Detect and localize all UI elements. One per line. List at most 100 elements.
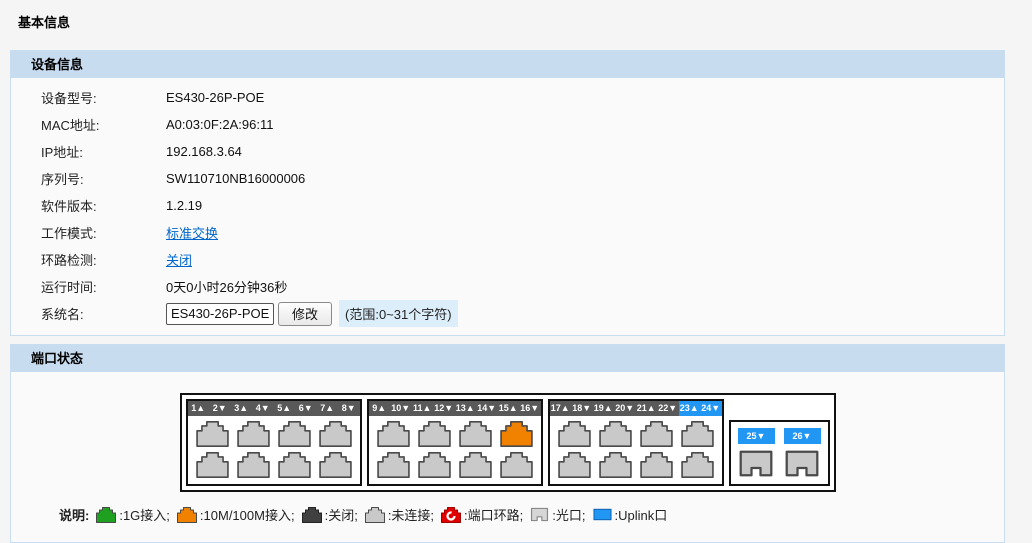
- port-26-icon[interactable]: [784, 449, 820, 478]
- port-label-23: 23▲: [679, 401, 701, 416]
- port-label-1: 1▲: [188, 401, 210, 416]
- legend-item: :光口;: [530, 505, 585, 524]
- row-work-mode: 工作模式: 标准交换: [11, 219, 1004, 246]
- port-8-icon[interactable]: [319, 452, 352, 478]
- device-model-label: 设备型号:: [11, 88, 166, 107]
- port-label-14: 14▼: [476, 401, 498, 416]
- port-group-1-labels: 1▲2▼3▲4▼5▲6▼7▲8▼: [188, 401, 360, 416]
- port-9-icon[interactable]: [377, 421, 410, 447]
- port-14-icon[interactable]: [459, 452, 492, 478]
- rj45-green-icon: [96, 507, 116, 523]
- port-15-icon[interactable]: [500, 421, 533, 447]
- row-serial-number: 序列号: SW110710NB16000006: [11, 165, 1004, 192]
- work-mode-label: 工作模式:: [11, 223, 166, 242]
- legend-item-label: :光口;: [552, 505, 585, 524]
- port-22-icon[interactable]: [640, 452, 673, 478]
- device-info-body: 设备型号: ES430-26P-POE MAC地址: A0:03:0F:2A:9…: [11, 78, 1004, 335]
- port-label-24: 24▼: [700, 401, 722, 416]
- serial-number-label: 序列号:: [11, 169, 166, 188]
- ip-address-value: 192.168.3.64: [166, 144, 242, 159]
- legend-item: :端口环路;: [441, 505, 523, 524]
- port-label-12: 12▼: [433, 401, 455, 416]
- legend-item: :关闭;: [302, 505, 358, 524]
- port-10-icon[interactable]: [377, 452, 410, 478]
- port-group-2-labels: 9▲10▼11▲12▼13▲14▼15▲16▼: [369, 401, 541, 416]
- loop-red-icon: [441, 507, 461, 523]
- legend-item-label: :未连接;: [388, 505, 434, 524]
- legend-item: :10M/100M接入;: [177, 505, 295, 524]
- port-label-25: 25▼: [738, 428, 775, 444]
- port-11-icon[interactable]: [418, 421, 451, 447]
- fiber-port-26: 26▼: [784, 428, 821, 478]
- port-3-icon[interactable]: [237, 421, 270, 447]
- port-label-22: 22▼: [657, 401, 679, 416]
- port-diagram: 1▲2▼3▲4▼5▲6▼7▲8▼9▲10▼11▲12▼13▲14▼15▲16▼1…: [11, 393, 1004, 492]
- port-24-icon[interactable]: [681, 452, 714, 478]
- legend-item: :未连接;: [365, 505, 434, 524]
- port-20-icon[interactable]: [599, 452, 632, 478]
- port-label-13: 13▲: [455, 401, 477, 416]
- row-mac-address: MAC地址: A0:03:0F:2A:96:11: [11, 111, 1004, 138]
- port-4-icon[interactable]: [237, 452, 270, 478]
- port-21-icon[interactable]: [640, 421, 673, 447]
- port-17-icon[interactable]: [558, 421, 591, 447]
- sfp-gray-icon: [530, 507, 549, 522]
- legend-item: :Uplink口: [593, 505, 668, 524]
- port-label-11: 11▲: [412, 401, 434, 416]
- port-label-15: 15▲: [498, 401, 520, 416]
- legend-item-label: :端口环路;: [464, 505, 523, 524]
- uptime-label: 运行时间:: [11, 277, 166, 296]
- port-status-body: 1▲2▼3▲4▼5▲6▼7▲8▼9▲10▼11▲12▼13▲14▼15▲16▼1…: [11, 372, 1004, 542]
- legend-item-label: :Uplink口: [615, 505, 668, 524]
- work-mode-link[interactable]: 标准交换: [166, 223, 218, 242]
- port-16-icon[interactable]: [500, 452, 533, 478]
- loop-detect-label: 环路检测:: [11, 250, 166, 269]
- port-label-20: 20▼: [614, 401, 636, 416]
- port-25-icon[interactable]: [738, 449, 774, 478]
- legend-title: 说明:: [59, 505, 89, 524]
- fiber-port-group: 25▼ 26▼: [729, 420, 830, 486]
- port-23-icon[interactable]: [681, 421, 714, 447]
- port-group-3: 17▲18▼19▲20▼21▲22▼23▲24▼: [548, 399, 724, 486]
- port-1-icon[interactable]: [196, 421, 229, 447]
- port-18-icon[interactable]: [558, 452, 591, 478]
- device-info-header: 设备信息: [11, 51, 1004, 78]
- port-label-7: 7▲: [317, 401, 339, 416]
- port-6-icon[interactable]: [278, 452, 311, 478]
- port-label-21: 21▲: [636, 401, 658, 416]
- device-info-panel: 设备信息 设备型号: ES430-26P-POE MAC地址: A0:03:0F…: [10, 50, 1005, 336]
- software-version-label: 软件版本:: [11, 196, 166, 215]
- system-name-input[interactable]: [166, 303, 274, 325]
- port-label-9: 9▲: [369, 401, 391, 416]
- modify-button[interactable]: 修改: [278, 302, 332, 326]
- row-uptime: 运行时间: 0天0小时26分钟36秒: [11, 273, 1004, 300]
- row-loop-detect: 环路检测: 关闭: [11, 246, 1004, 273]
- port-group-3-labels: 17▲18▼19▲20▼21▲22▼23▲24▼: [550, 401, 722, 416]
- row-system-name: 系统名: 修改 (范围:0~31个字符): [11, 300, 1004, 327]
- uptime-value: 0天0小时26分钟36秒: [166, 277, 287, 296]
- software-version-value: 1.2.19: [166, 198, 202, 213]
- port-status-panel: 端口状态 1▲2▼3▲4▼5▲6▼7▲8▼ 9▲10▼11▲12▼13▲14▼15…: [10, 344, 1005, 543]
- port-13-icon[interactable]: [459, 421, 492, 447]
- port-group-2: 9▲10▼11▲12▼13▲14▼15▲16▼: [367, 399, 543, 486]
- port-7-icon[interactable]: [319, 421, 352, 447]
- port-legend: 说明: :1G接入; :10M/100M接入; :关闭; :未连接; :端口环路; :光口…: [59, 505, 1004, 524]
- port-status-header: 端口状态: [11, 345, 1004, 372]
- switch-faceplate: 1▲2▼3▲4▼5▲6▼7▲8▼9▲10▼11▲12▼13▲14▼15▲16▼1…: [180, 393, 836, 492]
- port-label-3: 3▲: [231, 401, 253, 416]
- system-name-label: 系统名:: [11, 304, 166, 323]
- port-5-icon[interactable]: [278, 421, 311, 447]
- port-label-19: 19▲: [593, 401, 615, 416]
- serial-number-value: SW110710NB16000006: [166, 171, 305, 186]
- loop-detect-link[interactable]: 关闭: [166, 250, 192, 269]
- port-2-icon[interactable]: [196, 452, 229, 478]
- port-label-16: 16▼: [519, 401, 541, 416]
- legend-item-label: :关闭;: [325, 505, 358, 524]
- mac-address-value: A0:03:0F:2A:96:11: [166, 117, 273, 132]
- port-12-icon[interactable]: [418, 452, 451, 478]
- rj45-dark-icon: [302, 507, 322, 523]
- legend-item: :1G接入;: [96, 505, 170, 524]
- page-title: 基本信息: [0, 0, 1032, 50]
- port-19-icon[interactable]: [599, 421, 632, 447]
- port-label-26: 26▼: [784, 428, 821, 444]
